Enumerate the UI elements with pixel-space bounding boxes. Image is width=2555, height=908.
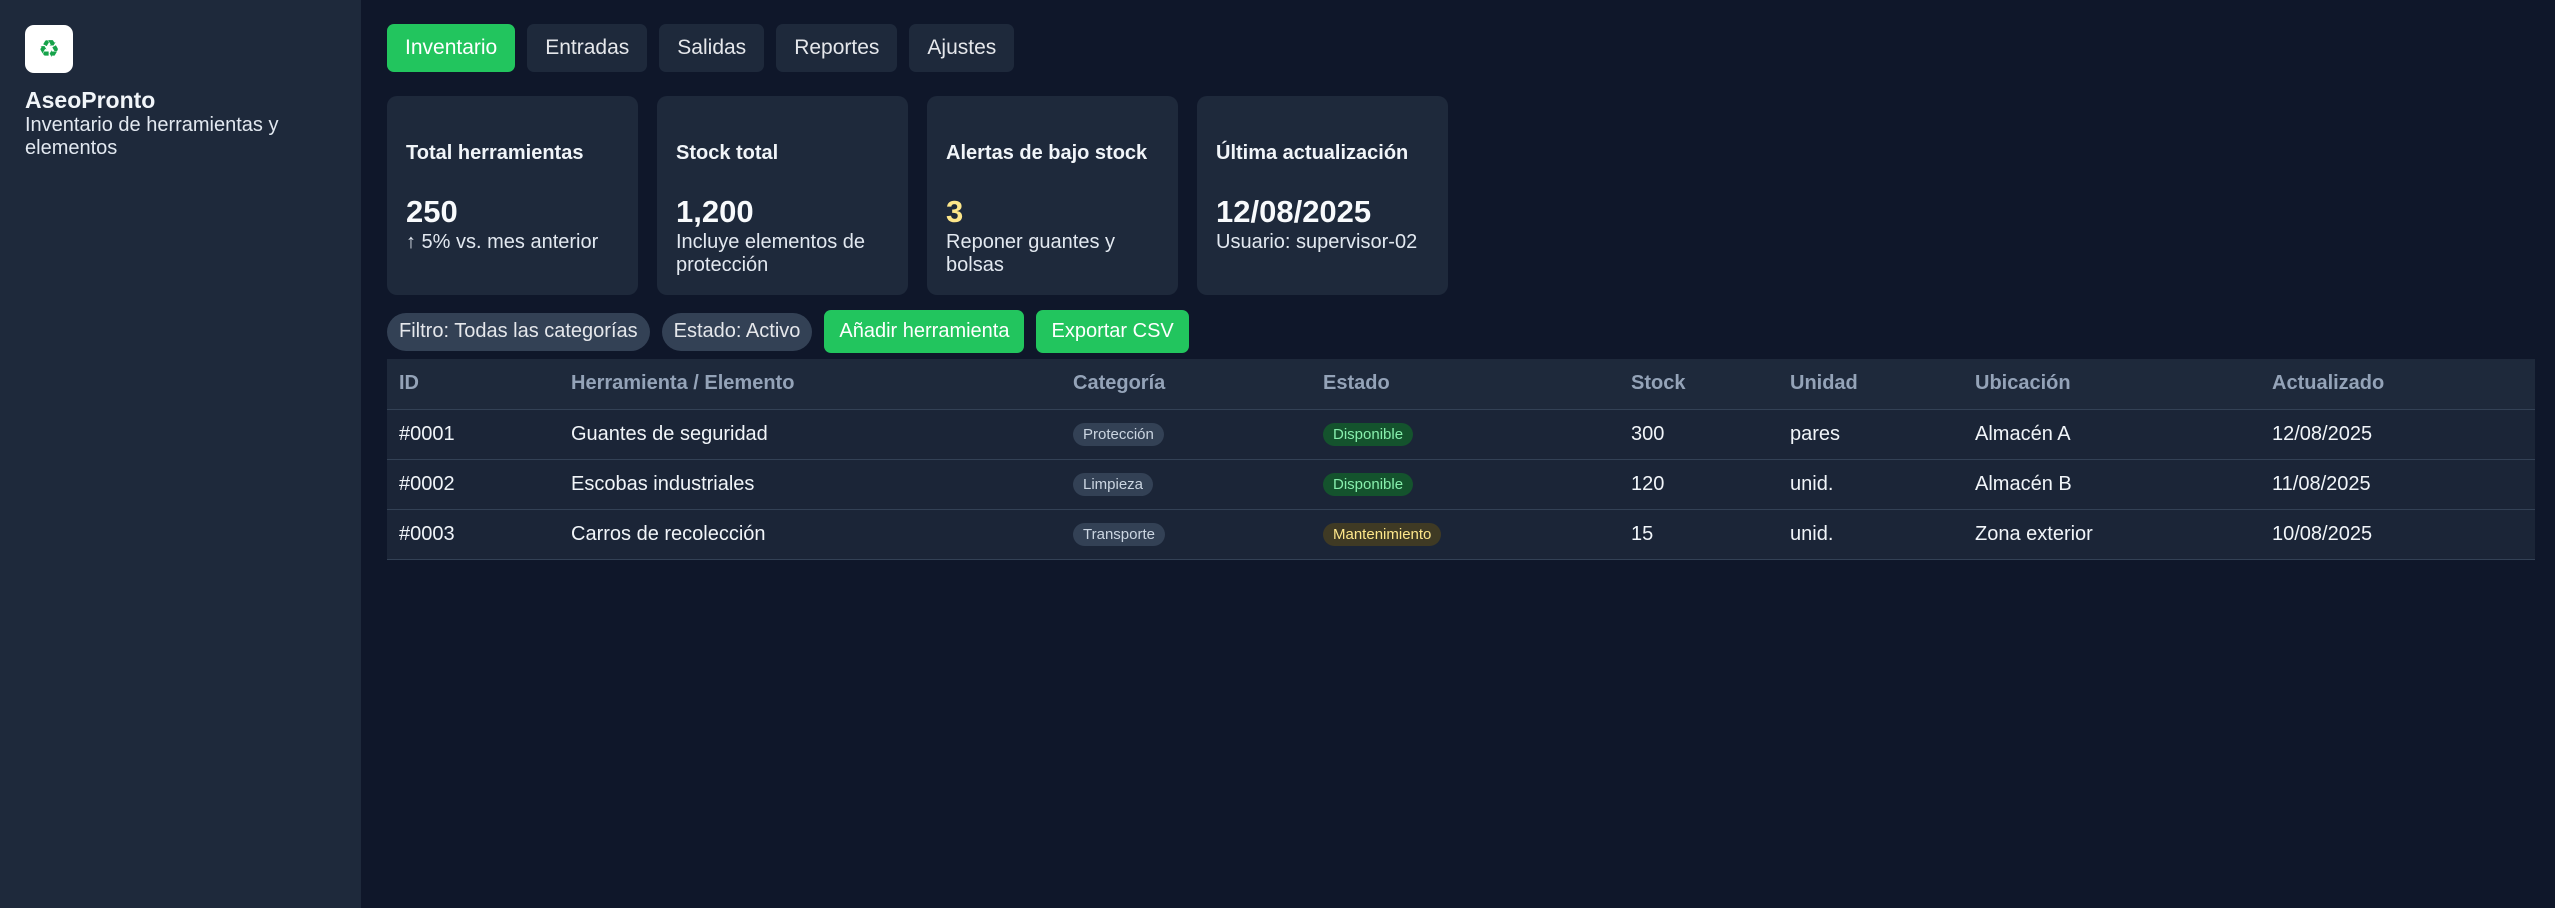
card-value: 250	[406, 194, 458, 229]
card-subtext: Usuario: supervisor-02	[1216, 231, 1418, 253]
column-header-status[interactable]: Estado	[1311, 359, 1619, 410]
export-csv-button[interactable]: Exportar CSV	[1036, 310, 1189, 353]
main-content: Inventario Entradas Salidas Reportes Aju…	[361, 0, 2555, 908]
card-total-tools: Total herramientas 250 ↑ 5% vs. mes ante…	[387, 96, 638, 295]
card-last-update: Última actualización 12/08/2025 Usuario:…	[1197, 96, 1448, 295]
cell-name: Carros de recolección	[559, 509, 1061, 560]
column-header-location[interactable]: Ubicación	[1963, 359, 2260, 410]
category-tag: Protección	[1073, 423, 1164, 446]
cell-unit: unid.	[1778, 459, 1963, 510]
cell-location: Almacén B	[1963, 459, 2260, 510]
cell-category: Transporte	[1061, 509, 1311, 560]
status-filter-chip[interactable]: Estado: Activo	[661, 312, 813, 351]
card-subtext: Incluye elementos de protección	[676, 231, 866, 276]
category-filter-chip[interactable]: Filtro: Todas las categorías	[387, 312, 650, 351]
tab-bar: Inventario Entradas Salidas Reportes Aju…	[387, 24, 2535, 72]
cell-status: Disponible	[1311, 459, 1619, 510]
cell-stock: 15	[1619, 509, 1778, 560]
summary-cards: Total herramientas 250 ↑ 5% vs. mes ante…	[387, 96, 2535, 295]
cell-updated: 11/08/2025	[2260, 459, 2535, 510]
cell-name: Escobas industriales	[559, 459, 1061, 510]
cell-status: Mantenimiento	[1311, 509, 1619, 560]
cell-id: #0002	[387, 459, 559, 510]
cell-status: Disponible	[1311, 409, 1619, 460]
category-tag: Limpieza	[1073, 473, 1154, 496]
tab-inventario[interactable]: Inventario	[387, 24, 516, 72]
column-header-stock[interactable]: Stock	[1619, 359, 1778, 410]
table-row[interactable]: #0001 Guantes de seguridad Protección Di…	[387, 409, 2535, 460]
card-title: Stock total	[676, 142, 779, 164]
cell-stock: 300	[1619, 409, 1778, 460]
table-header-row: ID Herramienta / Elemento Categoría Esta…	[387, 359, 2535, 410]
brand-name: AseoPronto	[25, 87, 156, 113]
cell-stock: 120	[1619, 459, 1778, 510]
tab-ajustes[interactable]: Ajustes	[909, 24, 1015, 72]
status-badge: Mantenimiento	[1323, 523, 1442, 546]
status-badge: Disponible	[1323, 473, 1414, 496]
card-subtext: ↑ 5% vs. mes anterior	[406, 231, 599, 253]
card-value: 1,200	[676, 194, 754, 229]
card-total-stock: Stock total 1,200 Incluye elementos de p…	[657, 96, 908, 295]
cell-location: Zona exterior	[1963, 509, 2260, 560]
toolbar: Filtro: Todas las categorías Estado: Act…	[387, 310, 2535, 353]
app-root: ♻ AseoPronto Inventario de herramientas …	[0, 0, 2555, 908]
table-row[interactable]: #0003 Carros de recolección Transporte M…	[387, 509, 2535, 560]
table-row[interactable]: #0002 Escobas industriales Limpieza Disp…	[387, 459, 2535, 510]
card-low-stock-alerts: Alertas de bajo stock 3 Reponer guantes …	[927, 96, 1178, 295]
cell-category: Limpieza	[1061, 459, 1311, 510]
cell-updated: 12/08/2025	[2260, 409, 2535, 460]
cell-name: Guantes de seguridad	[559, 409, 1061, 460]
cell-category: Protección	[1061, 409, 1311, 460]
column-header-unit[interactable]: Unidad	[1778, 359, 1963, 410]
card-value: 3	[946, 194, 964, 229]
column-header-updated[interactable]: Actualizado	[2260, 359, 2535, 410]
column-header-name[interactable]: Herramienta / Elemento	[559, 359, 1061, 410]
card-title: Total herramientas	[406, 142, 584, 164]
card-title: Última actualización	[1216, 142, 1409, 164]
brand-subtitle: Inventario de herramientas y elementos	[25, 114, 279, 159]
column-header-id[interactable]: ID	[387, 359, 559, 410]
add-tool-button[interactable]: Añadir herramienta	[824, 310, 1025, 353]
cell-location: Almacén A	[1963, 409, 2260, 460]
category-tag: Transporte	[1073, 523, 1165, 546]
tab-salidas[interactable]: Salidas	[659, 24, 765, 72]
cell-id: #0003	[387, 509, 559, 560]
card-subtext: Reponer guantes y bolsas	[946, 231, 1116, 276]
tab-entradas[interactable]: Entradas	[527, 24, 648, 72]
card-title: Alertas de bajo stock	[946, 142, 1148, 164]
cell-id: #0001	[387, 409, 559, 460]
inventory-table: ID Herramienta / Elemento Categoría Esta…	[387, 359, 2535, 560]
column-header-category[interactable]: Categoría	[1061, 359, 1311, 410]
card-value: 12/08/2025	[1216, 194, 1372, 229]
recycle-icon: ♻	[25, 25, 73, 73]
sidebar: ♻ AseoPronto Inventario de herramientas …	[0, 0, 361, 908]
cell-updated: 10/08/2025	[2260, 509, 2535, 560]
status-badge: Disponible	[1323, 423, 1414, 446]
tab-reportes[interactable]: Reportes	[776, 24, 898, 72]
cell-unit: pares	[1778, 409, 1963, 460]
cell-unit: unid.	[1778, 509, 1963, 560]
